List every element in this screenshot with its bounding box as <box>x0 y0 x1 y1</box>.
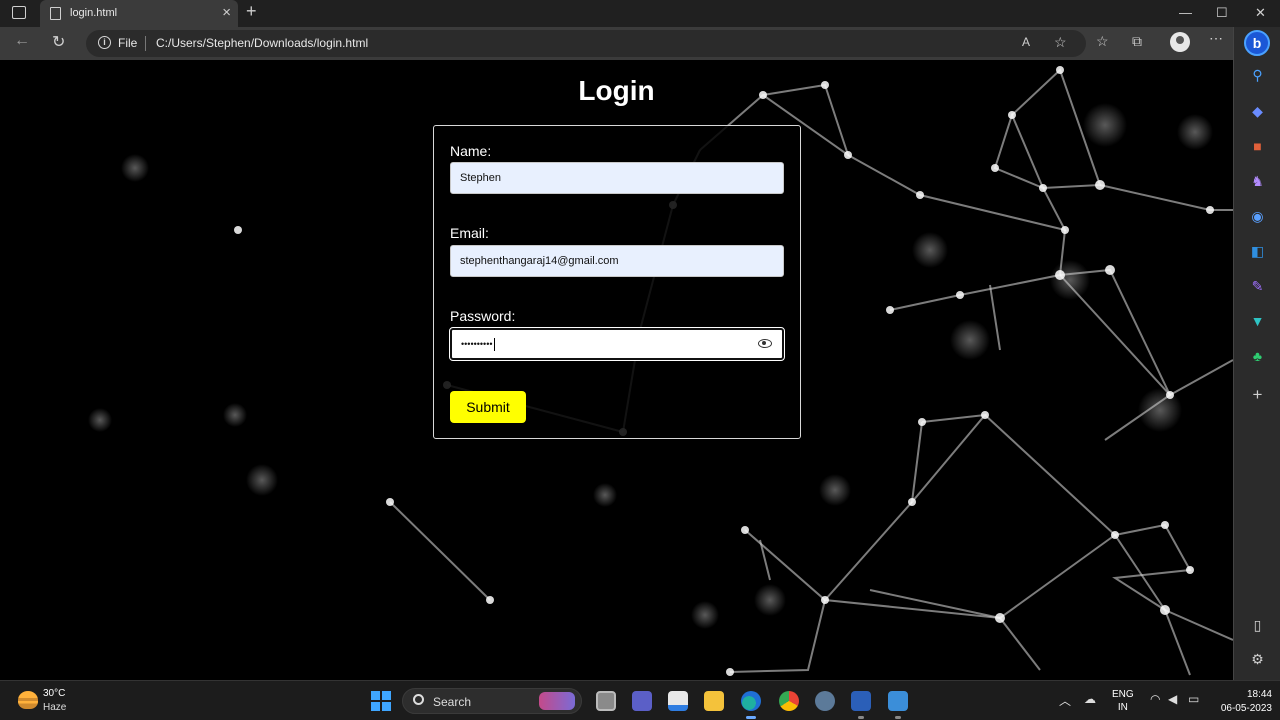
shopping-tag-icon[interactable]: ◆ <box>1234 103 1280 120</box>
system-clock[interactable]: 18:44 06-05-2023 <box>1210 688 1272 716</box>
onedrive-cloud-icon[interactable]: ☁ <box>1084 692 1096 706</box>
notepad-icon[interactable] <box>888 691 908 711</box>
browser-titlebar: login.html × + — ☐ ✕ <box>0 0 1280 27</box>
reveal-password-eye-icon[interactable] <box>758 339 772 348</box>
login-form: Name: Stephen Email: stephenthangaraj14@… <box>433 125 801 439</box>
page-content: Login Name: Stephen Email: stephenthanga… <box>0 60 1233 680</box>
taskbar-search[interactable]: Search <box>402 688 582 714</box>
word-running-indicator <box>858 716 864 719</box>
volume-icon[interactable]: ◀ <box>1168 692 1177 706</box>
weather-condition[interactable]: Haze <box>43 702 66 713</box>
search-icon[interactable]: ⚲ <box>1234 67 1280 84</box>
task-view-icon[interactable] <box>596 691 616 711</box>
maximize-icon[interactable]: ☐ <box>1216 5 1228 21</box>
name-label: Name: <box>450 143 492 159</box>
add-favorite-icon[interactable]: ☆ <box>1054 34 1067 51</box>
refresh-icon[interactable]: ↻ <box>52 32 65 52</box>
chrome-icon[interactable] <box>779 691 799 711</box>
clock-date: 06-05-2023 <box>1220 703 1272 714</box>
search-icon <box>413 694 424 705</box>
lang-top: ENG <box>1112 689 1134 700</box>
password-dots: •••••••••• <box>461 338 493 349</box>
word-icon[interactable] <box>851 691 871 711</box>
tab-login[interactable]: login.html × <box>40 0 238 27</box>
games-icon[interactable]: ♞ <box>1234 173 1280 190</box>
email-input[interactable]: stephenthangaraj14@gmail.com <box>450 245 784 277</box>
bing-icon[interactable]: b <box>1244 30 1270 56</box>
edge-sidebar: b ⚲ ◆ ■ ♞ ◉ ◧ ✎ ▼ ♣ + ▯ ⚙ <box>1233 27 1280 680</box>
input-language[interactable]: ENG IN <box>1112 688 1134 714</box>
close-tab-icon[interactable]: × <box>222 4 231 21</box>
weather-temperature[interactable]: 30°C <box>43 688 65 699</box>
name-input[interactable]: Stephen <box>450 162 784 194</box>
text-caret <box>493 338 495 351</box>
address-url[interactable]: C:/Users/Stephen/Downloads/login.html <box>156 36 368 50</box>
tools-icon[interactable]: ■ <box>1234 138 1280 154</box>
settings-gear-icon[interactable]: ⚙ <box>1234 651 1280 668</box>
address-scheme: File <box>118 36 138 50</box>
collections-icon[interactable]: ⧉ <box>1132 33 1142 50</box>
address-bar[interactable]: i File C:/Users/Stephen/Downloads/login.… <box>86 30 1086 57</box>
page-title: Login <box>578 75 655 106</box>
designer-icon[interactable]: ✎ <box>1234 278 1280 295</box>
taskbar-search-label: Search <box>433 695 472 709</box>
close-window-icon[interactable]: ✕ <box>1255 5 1266 21</box>
email-label: Email: <box>450 225 489 241</box>
add-sidebar-app-icon[interactable]: + <box>1234 385 1280 405</box>
email-input-value: stephenthangaraj14@gmail.com <box>460 255 619 267</box>
edge-browser-icon[interactable] <box>741 691 761 711</box>
microsoft-365-icon[interactable]: ◉ <box>1234 208 1280 225</box>
more-menu-icon[interactable]: ⋯ <box>1209 30 1223 47</box>
tree-icon[interactable]: ♣ <box>1234 348 1280 364</box>
notepad-running-indicator <box>895 716 901 719</box>
tab-actions-icon[interactable] <box>12 6 26 19</box>
teams-chat-icon[interactable] <box>632 691 652 711</box>
windows-taskbar: 30°C Haze Search ︿ ☁ ENG IN ◠ ◀ ▭ 18:44 … <box>0 680 1280 720</box>
address-separator <box>145 36 146 51</box>
file-explorer-icon[interactable] <box>704 691 724 711</box>
edge-active-indicator <box>746 716 756 719</box>
search-highlight-icon <box>539 692 575 710</box>
outlook-icon[interactable]: ◧ <box>1234 243 1280 260</box>
show-hidden-icons-chevron-icon[interactable]: ︿ <box>1059 692 1071 709</box>
start-button[interactable] <box>371 691 391 711</box>
tab-title: login.html <box>70 7 118 19</box>
name-input-value: Stephen <box>460 172 501 184</box>
battery-icon[interactable]: ▭ <box>1188 692 1199 706</box>
browser-toolbar: ← ↻ i File C:/Users/Stephen/Downloads/lo… <box>0 27 1280 60</box>
clock-time: 18:44 <box>1246 689 1272 700</box>
info-icon[interactable]: i <box>98 36 111 49</box>
wifi-icon[interactable]: ◠ <box>1150 692 1160 706</box>
drop-icon[interactable]: ▼ <box>1234 313 1280 329</box>
password-input[interactable]: •••••••••• <box>449 327 785 361</box>
read-aloud-icon[interactable]: A <box>1022 35 1030 49</box>
weather-haze-icon[interactable] <box>18 691 38 709</box>
new-tab-icon[interactable]: + <box>246 1 257 22</box>
profile-avatar[interactable] <box>1170 32 1190 52</box>
settings-app-icon[interactable] <box>815 691 835 711</box>
sidebar-layout-icon[interactable]: ▯ <box>1234 617 1280 634</box>
file-icon <box>50 7 61 20</box>
lang-bottom: IN <box>1117 702 1128 713</box>
back-arrow-icon[interactable]: ← <box>14 32 30 50</box>
submit-button[interactable]: Submit <box>450 391 526 423</box>
password-input-value: •••••••••• <box>461 338 495 351</box>
minimize-icon[interactable]: — <box>1179 5 1192 20</box>
password-label: Password: <box>450 308 516 324</box>
microsoft-store-icon[interactable] <box>668 691 688 711</box>
favorites-icon[interactable]: ☆ <box>1096 33 1109 50</box>
